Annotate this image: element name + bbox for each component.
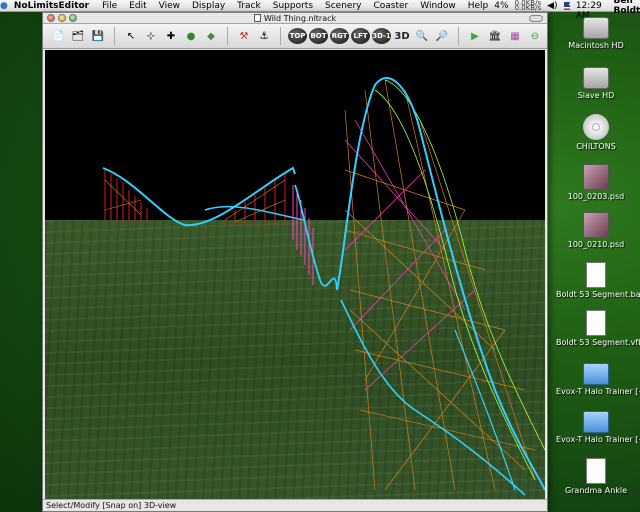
desktop-icon-label: Boldt 53 Segment.bak — [556, 290, 640, 299]
image-file-icon — [583, 164, 609, 190]
view-3d-button[interactable]: 3D — [393, 27, 411, 45]
desktop-icon-psd-0203[interactable]: 100_0203.psd — [556, 164, 636, 201]
hard-drive-icon — [583, 17, 609, 39]
desktop-icon-label: 100_0203.psd — [567, 192, 625, 201]
front-view-button[interactable]: 3D-1 — [372, 28, 391, 44]
desktop-icon-evox-10[interactable]: Evox-T Halo Trainer [+10] — [556, 360, 640, 396]
network-monitor[interactable]: 0.0KB/s 0.0KB/s — [514, 0, 542, 12]
document-proxy-icon[interactable] — [253, 13, 261, 22]
desktop-icon-chiltons[interactable]: CHILTONS — [556, 114, 636, 151]
menu-view[interactable]: View — [153, 1, 186, 11]
toolbar-divider — [227, 27, 228, 45]
folder-icon — [583, 411, 609, 433]
battery-status[interactable]: 4% — [494, 1, 508, 11]
zoom-out-icon[interactable]: 🔎 — [433, 27, 451, 45]
font-file-icon — [586, 262, 606, 288]
mid-hill-supports — [292, 185, 314, 285]
desktop-icon-boldt-bak[interactable]: Boldt 53 Segment.bak — [556, 262, 640, 299]
desktop-icon-psd-0210[interactable]: 100_0210.psd — [556, 212, 636, 249]
menu-help[interactable]: Help — [462, 1, 495, 11]
menu-scenery[interactable]: Scenery — [319, 1, 367, 11]
zoom-in-icon[interactable]: 🔍 — [413, 27, 431, 45]
desktop-icon-label: 100_0210.psd — [567, 240, 625, 249]
volume-icon[interactable]: ◀) — [547, 1, 557, 11]
support-tool-icon[interactable]: ● — [182, 27, 200, 45]
terrain-icon[interactable]: ◆ — [202, 27, 220, 45]
editor-toolbar: 📄 🗂 💾 ↖ ⊹ ✚ ● ◆ ⚒ ⚓ TOP BOT RGT LFT 3D-1… — [43, 24, 547, 49]
app-menu[interactable]: NoLimitsEditor — [8, 1, 96, 11]
input-menu-flag-icon[interactable] — [563, 1, 570, 10]
editor-window: Wild Thing.nltrack 📄 🗂 💾 ↖ ⊹ ✚ ● ◆ ⚒ ⚓ T… — [42, 12, 548, 512]
coaster-track-render — [102, 77, 545, 496]
net-down-rate: 0.0KB/s — [514, 3, 542, 12]
toolbar-toggle-button[interactable] — [529, 15, 543, 22]
desktop-icon-label: Grandma Ankle — [564, 486, 628, 495]
3d-viewport[interactable] — [45, 50, 545, 499]
window-title: Wild Thing.nltrack — [43, 13, 547, 23]
left-view-button[interactable]: LFT — [351, 28, 370, 44]
crane-icon[interactable]: ⚓ — [255, 27, 273, 45]
toolbar-divider — [114, 27, 115, 45]
menu-track[interactable]: Track — [231, 1, 267, 11]
desktop-icon-label: Slave HD — [577, 91, 615, 100]
add-node-icon[interactable]: ✚ — [162, 27, 180, 45]
desktop-icon-evox-13[interactable]: Evox-T Halo Trainer [+13] — [556, 408, 640, 444]
desktop-icon-slave-hd[interactable]: Slave HD — [556, 64, 636, 100]
station-icon[interactable]: 🏛 — [486, 27, 504, 45]
cd-icon — [583, 114, 609, 140]
window-titlebar[interactable]: Wild Thing.nltrack — [43, 13, 547, 24]
hammer-icon[interactable]: ⚒ — [235, 27, 253, 45]
status-bar: Select/Modify [Snap on] 3D-view — [43, 499, 547, 511]
right-view-button[interactable]: RGT — [330, 28, 349, 44]
toolbar-divider — [458, 27, 459, 45]
menu-display[interactable]: Display — [186, 1, 231, 11]
desktop-icon-label: Macintosh HD — [568, 41, 624, 50]
apple-menu-icon[interactable]: ● — [0, 1, 8, 11]
new-file-icon[interactable]: 📄 — [49, 27, 67, 45]
big-hill-pink-lattice — [344, 119, 476, 391]
desktop-icon-label: Evox-T Halo Trainer [+13] — [556, 435, 640, 444]
open-file-icon[interactable]: 🗂 — [69, 27, 87, 45]
bottom-view-button[interactable]: BOT — [309, 28, 328, 44]
save-icon[interactable]: 💾 — [89, 27, 107, 45]
menu-coaster[interactable]: Coaster — [367, 1, 414, 11]
window-title-text: Wild Thing.nltrack — [263, 13, 337, 23]
menu-file[interactable]: File — [96, 1, 123, 11]
grid-icon[interactable]: ▦ — [506, 27, 524, 45]
menu-supports[interactable]: Supports — [267, 1, 319, 11]
font-file-icon — [586, 310, 606, 336]
select-tool-icon[interactable]: ↖ — [122, 27, 140, 45]
menu-bar: ● NoLimitsEditor File Edit View Display … — [0, 0, 640, 21]
menu-window[interactable]: Window — [414, 1, 462, 11]
desktop-icon-boldt-vfb[interactable]: Boldt 53 Segment.vfb — [556, 310, 640, 347]
hard-drive-icon — [583, 67, 609, 89]
desktop-icon-label: Boldt 53 Segment.vfb — [556, 338, 640, 347]
top-view-button[interactable]: TOP — [288, 28, 307, 44]
desktop-icon-label: Evox-T Halo Trainer [+10] — [556, 387, 640, 396]
document-icon — [586, 458, 606, 484]
big-hill-frame — [344, 79, 536, 491]
image-file-icon — [583, 212, 609, 238]
insert-vertex-icon[interactable]: ⊹ — [142, 27, 160, 45]
folder-icon — [583, 363, 609, 385]
desktop-icon-label: CHILTONS — [576, 142, 616, 151]
menu-edit[interactable]: Edit — [123, 1, 152, 11]
remove-icon[interactable]: ⊖ — [526, 27, 544, 45]
desktop-icon-grandma-ankle[interactable]: Grandma Ankle — [556, 458, 636, 495]
toolbar-divider — [280, 27, 281, 45]
desktop-icon-macintosh-hd[interactable]: Macintosh HD — [556, 14, 636, 50]
play-coaster-icon[interactable]: ▶ — [466, 27, 484, 45]
